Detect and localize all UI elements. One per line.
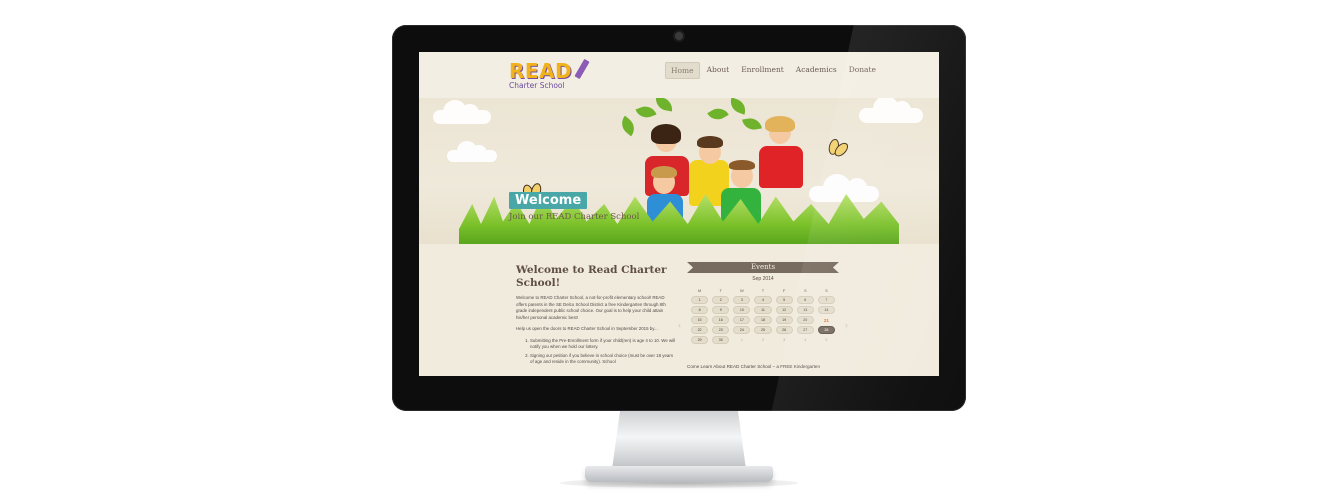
calendar-day[interactable]: 13 [796, 306, 814, 314]
main-nav: Home About Enrollment Academics Donate [665, 62, 881, 79]
calendar-day[interactable]: 18 [754, 316, 772, 324]
hero-banner: Welcome Join our READ Charter School [419, 98, 939, 244]
nav-academics[interactable]: Academics [791, 62, 842, 79]
list-item: Signing our petition if you believe in s… [530, 353, 676, 366]
weekday-header: S [825, 287, 828, 293]
calendar-day[interactable]: 30 [712, 336, 730, 344]
calendar-day[interactable]: 5 [818, 336, 835, 344]
site-logo[interactable]: READ Charter School [509, 58, 590, 95]
intro-paragraph: Welcome to READ Charter School, a not-fo… [516, 295, 666, 320]
leaf-image [617, 115, 639, 137]
calendar-day[interactable]: 3 [733, 296, 751, 304]
calendar-day[interactable]: 14 [817, 306, 835, 314]
nav-enrollment[interactable]: Enrollment [736, 62, 789, 79]
cloud-image [859, 98, 923, 123]
calendar-day[interactable]: 26 [775, 326, 793, 334]
camera-icon [675, 32, 683, 40]
calendar-week: 29 30 1 2 3 4 5 [691, 336, 835, 344]
calendar-day[interactable]: 12 [775, 306, 793, 314]
cta-paragraph: Help us open the doors to READ Charter S… [516, 326, 658, 331]
calendar-day[interactable]: 5 [775, 296, 793, 304]
calendar-day[interactable]: 28 [817, 326, 835, 334]
calendar-week: 15 16 17 18 19 20 21 [691, 316, 835, 324]
calendar-day[interactable]: 22 [691, 326, 709, 334]
calendar-week: 1234567 [691, 296, 835, 304]
calendar-day[interactable]: 3 [776, 336, 793, 344]
calendar-day[interactable]: 2 [712, 296, 730, 304]
monitor-screen: READ Charter School Home About Enrollmen… [419, 52, 939, 376]
leaf-image [635, 103, 657, 121]
calendar-day[interactable]: 9 [712, 306, 730, 314]
calendar-week: 22 23 24 25 26 27 28 [691, 326, 835, 334]
featured-event-link[interactable]: Come Learn About READ Charter School – a… [687, 364, 847, 369]
weekday-header: T [719, 287, 722, 293]
chevron-right-icon[interactable]: › [845, 320, 848, 330]
calendar-day[interactable]: 24 [733, 326, 751, 334]
cloud-image [447, 141, 497, 162]
calendar-day[interactable]: 10 [733, 306, 751, 314]
calendar-day[interactable]: 16 [712, 316, 730, 324]
calendar-month: Sep 2014 [752, 276, 774, 282]
monitor-stand-neck [612, 411, 746, 469]
weekday-header: W [739, 287, 744, 293]
events-widget: Events Sep 2014 ‹ › MTWTFSS 1 2 3 4 5 6 7 8 9 10 1… [678, 262, 848, 346]
calendar-day[interactable]: 19 [775, 316, 793, 324]
leaf-image [727, 98, 749, 115]
monitor-stand-base [585, 466, 773, 482]
welcome-badge: Welcome [509, 192, 588, 209]
weekday-header: S [803, 287, 807, 293]
calendar-day[interactable]: 25 [754, 326, 772, 334]
butterfly-icon [827, 138, 847, 157]
calendar-day[interactable]: 27 [796, 326, 814, 334]
events-title: Events [687, 262, 839, 273]
calendar-week: 8 9 10 11 12 13 14 [691, 306, 835, 314]
leaf-image [654, 98, 674, 112]
leaf-image [707, 104, 729, 124]
calendar-day[interactable]: 1 [733, 336, 750, 344]
calendar-day[interactable]: 6 [796, 296, 814, 304]
weekday-header: T [761, 287, 765, 293]
monitor-frame: READ Charter School Home About Enrollmen… [392, 25, 966, 411]
welcome-subtitle: Join our READ Charter School [509, 212, 640, 222]
calendar-day[interactable]: 4 [797, 336, 814, 344]
calendar-day[interactable]: 21 [818, 316, 835, 324]
calendar-day[interactable]: 8 [691, 306, 709, 314]
chevron-left-icon[interactable]: ‹ [678, 320, 681, 330]
calendar-day[interactable]: 1 [691, 296, 709, 304]
logo-subtitle: Charter School [509, 81, 565, 90]
cloud-image [433, 100, 491, 124]
leaf-image [742, 116, 762, 132]
calendar-day[interactable]: 17 [733, 316, 751, 324]
calendar-day[interactable]: 4 [754, 296, 772, 304]
events-calendar: MTWTFSS 1 2 3 4 5 6 7 8 9 10 11 12 13 14 15 16 17 18 19 20 2… [687, 284, 839, 346]
nav-donate[interactable]: Donate [844, 62, 881, 79]
calendar-day[interactable]: 2 [754, 336, 771, 344]
calendar-day[interactable]: 7 [817, 296, 835, 304]
page-title: Welcome to Read Charter School! [516, 264, 667, 289]
calendar-day[interactable]: 23 [712, 326, 730, 334]
nav-about[interactable]: About [702, 62, 735, 79]
weekday-header: F [782, 287, 786, 293]
weekday-header: M [697, 287, 702, 293]
calendar-day[interactable]: 15 [691, 316, 709, 324]
intro-section: Welcome to Read Charter School! Welcome … [516, 264, 676, 368]
steps-list: Submitting the Pre-Enrollment form if yo… [516, 338, 676, 366]
calendar-day[interactable]: 29 [691, 336, 709, 344]
list-item: Submitting the Pre-Enrollment form if yo… [530, 338, 676, 351]
site-header: READ Charter School Home About Enrollmen… [419, 52, 939, 98]
calendar-day[interactable]: 20 [796, 316, 814, 324]
content-area: Welcome to Read Charter School! Welcome … [419, 244, 939, 376]
nav-home[interactable]: Home [665, 62, 700, 79]
calendar-day[interactable]: 11 [754, 306, 772, 314]
